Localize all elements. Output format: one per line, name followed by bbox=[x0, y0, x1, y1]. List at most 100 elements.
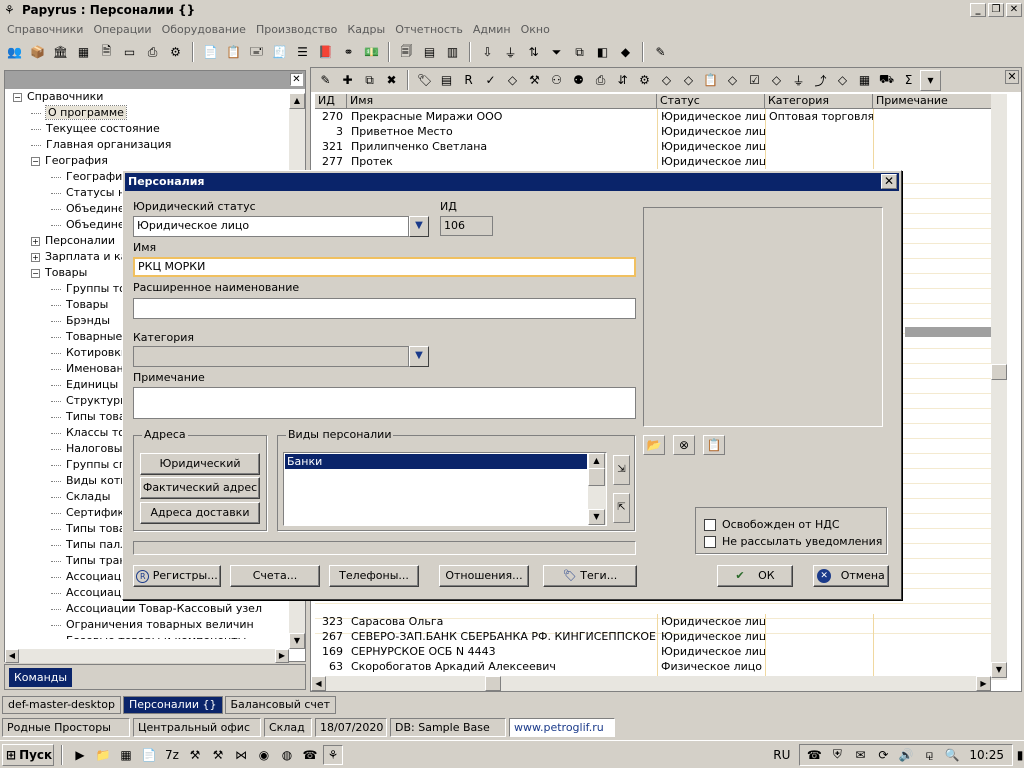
scroll-up-icon[interactable]: ▲ bbox=[289, 93, 305, 109]
delete-record-icon[interactable]: ✖ bbox=[381, 70, 402, 91]
tray-update-icon[interactable]: ⟳ bbox=[873, 745, 893, 765]
edit-record-icon[interactable]: ✎ bbox=[315, 70, 336, 91]
dialog-close-icon[interactable]: ✕ bbox=[881, 174, 897, 189]
grid-vertical-scrollbar[interactable]: ▼ bbox=[991, 94, 1007, 680]
diamond-icon[interactable]: ◇ bbox=[502, 70, 523, 91]
kinds-scrollbar[interactable]: ▲ ▼ bbox=[588, 453, 606, 525]
menu-item[interactable]: Производство bbox=[251, 23, 342, 36]
scroll-right-icon[interactable]: ▶ bbox=[275, 649, 289, 663]
tree-item[interactable]: География bbox=[51, 169, 129, 185]
toolbar-funnel-icon[interactable]: ⏷ bbox=[546, 42, 567, 63]
tree-item[interactable]: Группы спи bbox=[51, 457, 133, 473]
legal-status-select[interactable]: Юридическое лицо bbox=[133, 216, 409, 237]
tree-item[interactable]: Текущее состояние bbox=[31, 121, 160, 137]
tree-item[interactable]: Главная организация bbox=[31, 137, 171, 153]
toolbar-team-icon[interactable]: ⚭ bbox=[338, 42, 359, 63]
people-icon[interactable]: ⚇ bbox=[546, 70, 567, 91]
properties-icon[interactable]: ▤ bbox=[436, 70, 457, 91]
kinds-scroll-down-icon[interactable]: ▼ bbox=[588, 509, 605, 525]
gem-icon[interactable]: ◇ bbox=[656, 70, 677, 91]
office-icon[interactable]: ▦ bbox=[116, 745, 136, 765]
col-header-name[interactable]: Имя bbox=[347, 94, 657, 109]
collapse-icon[interactable]: − bbox=[31, 156, 40, 166]
tray-network-icon[interactable]: ⚼ bbox=[919, 745, 939, 765]
table-row[interactable]: 63 Скоробогатов Аркадий Алексеевич Физичес… bbox=[315, 659, 995, 674]
clipboard-icon[interactable]: 📋 bbox=[700, 70, 721, 91]
tray-security-icon[interactable]: ⛨ bbox=[827, 745, 847, 765]
table-row[interactable]: 270 Прекрасные Миражи ООО Юридическое лицо… bbox=[315, 109, 995, 124]
tray-search-icon[interactable]: 🔍 bbox=[942, 745, 962, 765]
kinds-scroll-up-icon[interactable]: ▲ bbox=[588, 453, 605, 469]
col-header-category[interactable]: Категория bbox=[765, 94, 873, 109]
toolbar-persons-icon[interactable]: 👥 bbox=[4, 42, 25, 63]
commands-button[interactable]: Команды bbox=[9, 668, 73, 687]
clear-image-icon[interactable]: ⊗ bbox=[673, 435, 695, 455]
toolbar-grid-icon[interactable]: ▦ bbox=[73, 42, 94, 63]
checklist-icon[interactable]: ☑ bbox=[744, 70, 765, 91]
toolbar-print-icon[interactable]: ⎙ bbox=[142, 42, 163, 63]
delivery-addresses-button[interactable]: Адреса доставки bbox=[140, 502, 260, 524]
tree-item[interactable]: Именован bbox=[51, 361, 124, 377]
no-notify-checkbox[interactable] bbox=[704, 536, 716, 548]
collapse-icon[interactable]: − bbox=[31, 268, 40, 278]
tree-item[interactable]: Базовые товары и компоненты bbox=[51, 633, 246, 639]
registers-button[interactable]: R Регистры... bbox=[133, 565, 221, 587]
window-tab[interactable]: Персоналии {} bbox=[122, 696, 223, 714]
toolbar-import-icon[interactable]: ⇩ bbox=[477, 42, 498, 63]
toolbar-money-icon[interactable]: 💵 bbox=[361, 42, 382, 63]
toolbar-calc-icon[interactable]: ▤ bbox=[419, 42, 440, 63]
toolbar-goods-icon[interactable]: 📦 bbox=[27, 42, 48, 63]
tree-item[interactable]: Классы тов bbox=[51, 425, 131, 441]
tree-item[interactable]: Брэнды bbox=[51, 313, 110, 329]
menu-item[interactable]: Справочники bbox=[2, 23, 88, 36]
name-input[interactable]: РКЦ МОРКИ bbox=[133, 257, 636, 277]
tree-item[interactable]: Товары bbox=[51, 297, 108, 313]
close-icon[interactable]: ✕ bbox=[1006, 3, 1022, 17]
relations-button[interactable]: Отношения... bbox=[439, 565, 529, 587]
toolbar-docs-icon[interactable]: 🗐 bbox=[396, 42, 417, 63]
toolbar-sort-icon[interactable]: ⇅ bbox=[523, 42, 544, 63]
clock[interactable]: 10:25 bbox=[969, 748, 1004, 762]
tree-item[interactable]: Группы тов bbox=[51, 281, 132, 297]
tree-item[interactable]: Котировки bbox=[51, 345, 128, 361]
start-button[interactable]: ⊞ Пуск bbox=[2, 743, 54, 766]
grid-scroll-left-icon[interactable]: ◀ bbox=[311, 676, 326, 691]
toolbar-book-icon[interactable]: 📕 bbox=[315, 42, 336, 63]
tool-icon[interactable]: ⚒ bbox=[185, 745, 205, 765]
toolbar-stamp-icon[interactable]: 🖃 bbox=[246, 42, 267, 63]
toolbar-sheet-icon[interactable]: ▥ bbox=[442, 42, 463, 63]
phones-button[interactable]: Телефоны... bbox=[329, 565, 419, 587]
table-row[interactable]: 3 Приветное Место Юридическое лицо bbox=[315, 124, 995, 139]
up-arrow-icon[interactable]: ⤴ bbox=[810, 70, 831, 91]
add-kind-icon[interactable]: ⇲ bbox=[613, 455, 630, 485]
toolbar-list-icon[interactable]: ☰ bbox=[292, 42, 313, 63]
tree-item[interactable]: Типы палл bbox=[51, 537, 127, 553]
toolbar-shapes-icon[interactable]: ◆ bbox=[615, 42, 636, 63]
toolbar-document-icon[interactable]: 🗎 bbox=[96, 42, 117, 63]
tree-item[interactable]: Типы товар bbox=[51, 521, 133, 537]
firefox-icon[interactable]: ◍ bbox=[277, 745, 297, 765]
tree-item[interactable]: Ассоциации Товар-Кассовый узел bbox=[51, 601, 262, 617]
ok-button[interactable]: ✔ ОК bbox=[717, 565, 793, 587]
grid-scroll-thumb[interactable] bbox=[991, 364, 1007, 380]
tray-volume-icon[interactable]: 🔊 bbox=[896, 745, 916, 765]
truck-icon[interactable]: ⛟ bbox=[876, 70, 897, 91]
menu-item[interactable]: Операции bbox=[88, 23, 156, 36]
col-header-status[interactable]: Статус bbox=[657, 94, 765, 109]
toolbar-tools-icon[interactable]: ⚙ bbox=[165, 42, 186, 63]
tree-item[interactable]: Сертифика bbox=[51, 505, 131, 521]
language-indicator[interactable]: RU bbox=[773, 748, 790, 762]
status-field[interactable]: www.petroglif.ru bbox=[509, 718, 615, 737]
tree-horizontal-scrollbar[interactable]: ◀ ▶ bbox=[5, 649, 289, 663]
gem-4-icon[interactable]: ◇ bbox=[766, 70, 787, 91]
cancel-button[interactable]: ✕ Отмена bbox=[813, 565, 889, 587]
toolbar-edit-icon[interactable]: ✎ bbox=[650, 42, 671, 63]
pane-close-icon[interactable]: ✕ bbox=[290, 73, 303, 86]
toolbar-window-icon[interactable]: ▭ bbox=[119, 42, 140, 63]
menu-item[interactable]: Кадры bbox=[342, 23, 390, 36]
transfer-icon[interactable]: ⇵ bbox=[612, 70, 633, 91]
tree-item[interactable]: Структуры bbox=[51, 393, 129, 409]
tray-chat-icon[interactable]: ✉ bbox=[850, 745, 870, 765]
gem-2-icon[interactable]: ◇ bbox=[678, 70, 699, 91]
kinds-list[interactable]: Банки ▲ ▼ bbox=[283, 452, 607, 526]
